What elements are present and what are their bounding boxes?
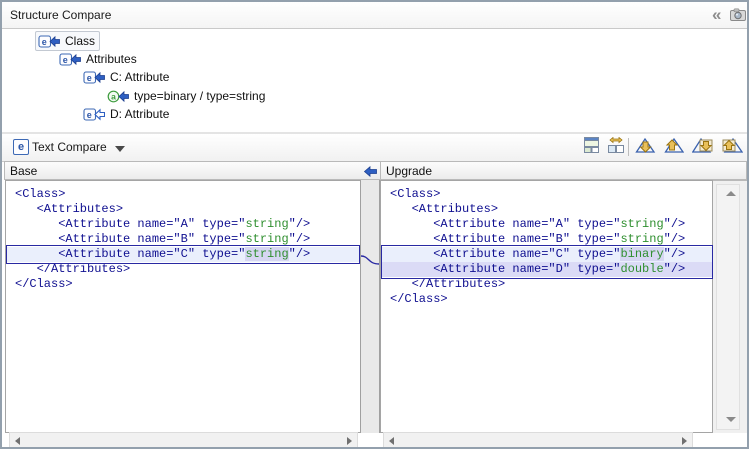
code-line: <Attributes> (381, 202, 712, 217)
diff-connector-curve (361, 248, 379, 278)
copy-left-arrow-icon (364, 166, 377, 177)
upgrade-code-pane[interactable]: <Class> <Attributes> <Attribute name="A"… (380, 180, 713, 433)
next-change-icon[interactable] (692, 137, 714, 157)
code-line: <Attribute name="A" type="string"/> (6, 217, 360, 232)
code-line: <Attribute name="D" type="double"/> (381, 262, 712, 277)
structure-compare-title: Structure Compare (10, 8, 111, 22)
code-line: <Attribute name="A" type="string"/> (381, 217, 712, 232)
text-compare-title: Text Compare (32, 140, 107, 154)
viewer-dropdown-icon[interactable] (115, 146, 125, 152)
structure-compare-header: Structure Compare « (2, 2, 747, 29)
right-horizontal-scrollbar[interactable] (383, 432, 693, 448)
next-difference-icon[interactable] (635, 137, 657, 157)
structure-compare-tree[interactable]: e Class e Attributes e C: Attribute a type=bina… (2, 29, 747, 132)
right-pane-title: Upgrade (386, 164, 432, 178)
collapse-all-icon[interactable]: « (712, 6, 721, 24)
previous-difference-icon[interactable] (662, 137, 684, 157)
direction-indicator (360, 161, 381, 180)
tree-item-type-binary-type-string[interactable]: a type=binary / type=string (107, 87, 265, 105)
code-line: <Attribute name="C" type="binary"/> (381, 247, 712, 262)
left-pane-title: Base (10, 164, 37, 178)
svg-text:e: e (87, 109, 92, 119)
diff-connector-strip (360, 180, 380, 433)
code-line: <Attribute name="C" type="string"/> (6, 247, 360, 262)
scroll-left-icon[interactable] (389, 437, 394, 445)
toolbar-separator (628, 138, 629, 156)
text-compare-toolbar: e Text Compare (2, 134, 747, 162)
previous-change-icon[interactable] (721, 137, 743, 157)
code-line: <Attribute name="B" type="string"/> (6, 232, 360, 247)
text-editor-icon: e (13, 139, 29, 155)
svg-text:e: e (87, 72, 92, 82)
right-pane-header: Upgrade (380, 161, 747, 180)
tree-item-attributes[interactable]: e Attributes (59, 50, 137, 68)
code-line: <Class> (381, 187, 712, 202)
code-line: </Attributes> (381, 277, 712, 292)
left-horizontal-scrollbar[interactable] (9, 432, 358, 448)
scroll-up-icon[interactable] (726, 191, 736, 196)
camera-icon[interactable] (730, 8, 746, 26)
tree-item-label: C: Attribute (110, 70, 169, 84)
scroll-right-icon[interactable] (347, 437, 352, 445)
svg-text:e: e (42, 36, 47, 46)
tree-item-label: type=binary / type=string (134, 89, 265, 103)
code-line: </Class> (381, 292, 712, 307)
tree-item-label: Attributes (86, 52, 137, 66)
a-solid-arrow-icon: a (107, 90, 129, 103)
scroll-right-icon[interactable] (682, 437, 687, 445)
tree-item-label: Class (65, 34, 95, 48)
e-hollow-arrow-icon: e (83, 108, 105, 121)
code-line: </Attributes> (6, 262, 360, 277)
svg-text:e: e (63, 54, 68, 64)
base-code-pane[interactable]: <Class> <Attributes> <Attribute name="A"… (5, 180, 360, 433)
compare-editor-window: Structure Compare « e Class e Attributes e C:… (0, 0, 749, 449)
e-solid-arrow-icon: e (38, 35, 60, 48)
code-line: <Attributes> (6, 202, 360, 217)
vertical-scrollbar[interactable] (716, 184, 740, 430)
code-line: <Class> (6, 187, 360, 202)
scroll-left-icon[interactable] (15, 437, 20, 445)
e-solid-arrow-icon: e (83, 71, 105, 84)
e-solid-arrow-icon: e (59, 53, 81, 66)
code-line: <Attribute name="B" type="string"/> (381, 232, 712, 247)
tree-item-c-attribute[interactable]: e C: Attribute (83, 68, 169, 86)
tree-item-d-attribute[interactable]: e D: Attribute (83, 105, 169, 123)
stacked-view-icon[interactable] (583, 137, 605, 157)
svg-text:a: a (111, 91, 116, 101)
scroll-down-icon[interactable] (726, 417, 736, 422)
left-pane-header: Base (4, 161, 361, 180)
tree-item-label: D: Attribute (110, 107, 169, 121)
tree-item-class[interactable]: e Class (35, 31, 100, 51)
side-by-side-view-icon[interactable] (607, 137, 629, 157)
code-line: </Class> (6, 277, 360, 292)
